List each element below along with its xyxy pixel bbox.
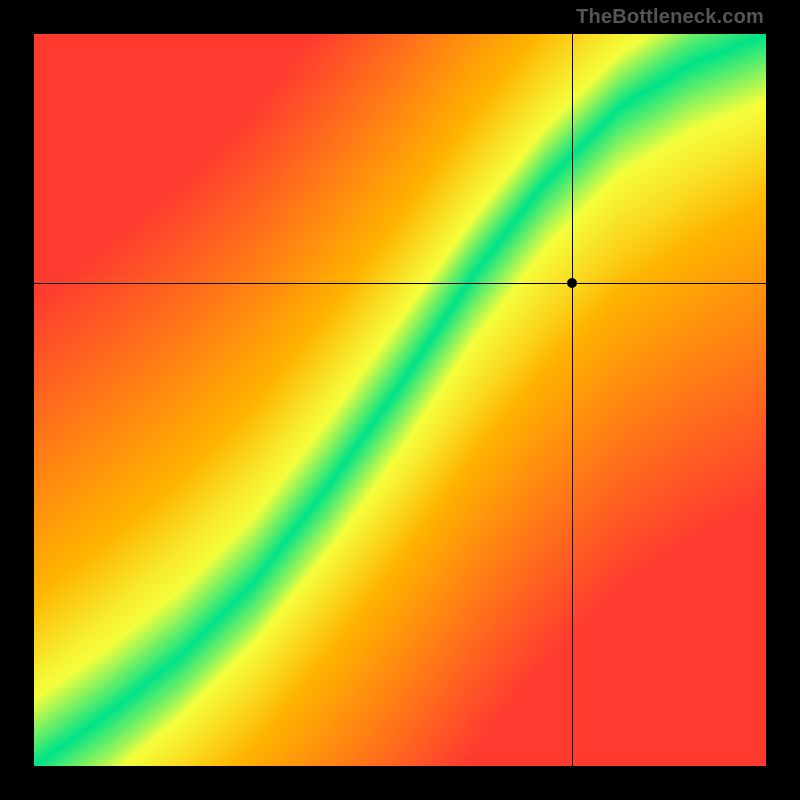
heatmap-canvas <box>34 34 766 766</box>
crosshair-horizontal <box>34 283 766 284</box>
chart-container: TheBottleneck.com <box>0 0 800 800</box>
marker-dot <box>567 278 577 288</box>
plot-area <box>34 34 766 766</box>
watermark-text: TheBottleneck.com <box>576 6 764 29</box>
crosshair-vertical <box>572 34 573 766</box>
